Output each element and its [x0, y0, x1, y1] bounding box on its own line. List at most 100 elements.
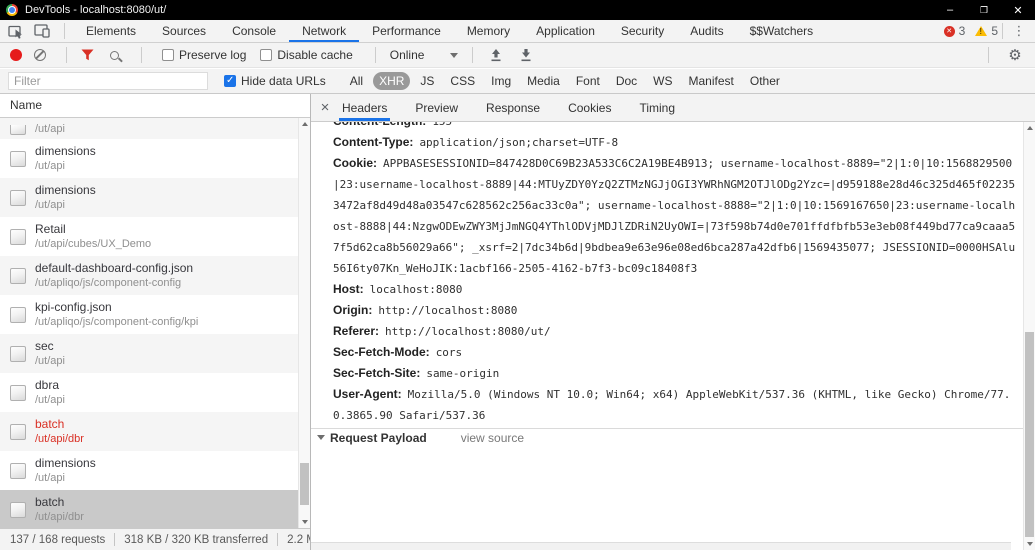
file-icon: [10, 228, 26, 245]
search-icon[interactable]: [110, 50, 119, 60]
import-har-icon[interactable]: [489, 48, 503, 62]
filter-icon[interactable]: [81, 49, 94, 61]
name-column-header[interactable]: Name: [0, 94, 310, 118]
record-icon[interactable]: [10, 49, 22, 61]
requests-count: 137 / 168 requests: [10, 533, 106, 546]
scroll-up-icon[interactable]: [1024, 122, 1035, 134]
horizontal-scrollbar-track[interactable]: [311, 542, 1011, 550]
close-detail-icon[interactable]: [311, 94, 339, 121]
hide-data-urls-checkbox[interactable]: [224, 75, 236, 87]
filter-input[interactable]: [8, 72, 208, 90]
scrollbar-thumb[interactable]: [1025, 332, 1034, 537]
file-icon: [10, 384, 26, 401]
filter-chip-manifest[interactable]: Manifest: [683, 72, 740, 90]
filter-chip-media[interactable]: Media: [521, 72, 566, 90]
tab-preview[interactable]: Preview: [412, 94, 461, 121]
scroll-up-icon[interactable]: [299, 118, 310, 130]
view-source-link[interactable]: view source: [461, 431, 524, 445]
file-icon: [10, 306, 26, 323]
request-list: /ut/api dimensions/ut/api dimensions/ut/…: [0, 118, 310, 528]
filter-chip-font[interactable]: Font: [570, 72, 606, 90]
tab-cookies[interactable]: Cookies: [565, 94, 614, 121]
filter-chip-doc[interactable]: Doc: [610, 72, 643, 90]
tab-elements[interactable]: Elements: [73, 20, 149, 42]
tab-memory[interactable]: Memory: [454, 20, 523, 42]
tab-timing[interactable]: Timing: [636, 94, 678, 121]
transferred-size: 318 KB / 320 KB transferred: [124, 533, 269, 546]
filter-chip-ws[interactable]: WS: [647, 72, 678, 90]
preserve-log-checkbox[interactable]: [162, 49, 174, 61]
close-button[interactable]: [1001, 0, 1035, 20]
warning-count[interactable]: 5: [991, 24, 998, 38]
inspect-element-icon[interactable]: [8, 23, 24, 39]
filter-chip-css[interactable]: CSS: [444, 72, 481, 90]
tab-application[interactable]: Application: [523, 20, 608, 42]
request-row-error[interactable]: batch/ut/api/dbr: [0, 412, 310, 451]
clear-icon[interactable]: [34, 49, 46, 61]
filter-chip-js[interactable]: JS: [414, 72, 440, 90]
disable-cache-checkbox[interactable]: [260, 49, 273, 61]
divider: [141, 47, 142, 63]
request-row[interactable]: dbra/ut/api: [0, 373, 310, 412]
tab-audits[interactable]: Audits: [677, 20, 736, 42]
tab-sources[interactable]: Sources: [149, 20, 219, 42]
divider: [1002, 23, 1003, 39]
chrome-logo-icon: [6, 4, 18, 16]
minimize-button[interactable]: [933, 0, 967, 20]
chevron-down-icon: [450, 52, 459, 58]
request-row[interactable]: /ut/api: [0, 118, 310, 139]
kebab-menu-icon[interactable]: [1007, 23, 1031, 39]
tab-security[interactable]: Security: [608, 20, 677, 42]
resources-size: 2.2 M: [287, 533, 310, 546]
network-toolbar: Preserve log Disable cache Online: [0, 43, 1035, 68]
warning-icon[interactable]: [975, 26, 988, 36]
device-toolbar-icon[interactable]: [34, 24, 50, 38]
request-row[interactable]: Retail/ut/api/cubes/UX_Demo: [0, 217, 310, 256]
filter-chip-other[interactable]: Other: [744, 72, 786, 90]
filter-chip-xhr[interactable]: XHR: [373, 72, 411, 90]
detail-tabbar: Headers Preview Response Cookies Timing: [311, 94, 1035, 122]
header-line: Origin: http://localhost:8080: [333, 303, 518, 317]
request-row[interactable]: dimensions/ut/api: [0, 178, 310, 217]
divider: [374, 47, 376, 63]
request-row[interactable]: sec/ut/api: [0, 334, 310, 373]
hide-data-urls-label: Hide data URLs: [241, 74, 326, 88]
detail-scrollbar[interactable]: [1023, 122, 1035, 550]
request-row-selected[interactable]: batch/ut/api/dbr: [0, 490, 310, 528]
collapse-triangle-icon: [317, 435, 325, 440]
window-titlebar: DevTools - localhost:8080/ut/: [0, 0, 1035, 20]
scroll-down-icon[interactable]: [1024, 538, 1035, 550]
scrollbar-thumb[interactable]: [300, 463, 309, 505]
error-count[interactable]: 3: [959, 24, 966, 38]
scroll-down-icon[interactable]: [299, 516, 310, 528]
settings-gear-icon[interactable]: [1003, 46, 1027, 64]
divider: [277, 533, 279, 546]
tab-console[interactable]: Console: [219, 20, 289, 42]
tab-network[interactable]: Network: [289, 20, 360, 42]
header-line: User-Agent: Mozilla/5.0 (Windows NT 10.0;…: [333, 387, 1011, 422]
request-list-scrollbar[interactable]: [298, 118, 310, 528]
request-row[interactable]: dimensions/ut/api: [0, 139, 310, 178]
divider: [64, 23, 65, 39]
window-title: DevTools - localhost:8080/ut/: [25, 4, 167, 16]
filter-chip-all[interactable]: All: [344, 72, 369, 90]
request-payload-section[interactable]: Request Payload view source: [311, 428, 1023, 446]
request-detail-panel: Headers Preview Response Cookies Timing …: [311, 94, 1035, 550]
request-row[interactable]: default-dashboard-config.json/ut/apliqo/…: [0, 256, 310, 295]
file-icon: [10, 423, 26, 440]
tab-performance[interactable]: Performance: [359, 20, 454, 42]
header-line: Sec-Fetch-Mode: cors: [333, 345, 463, 359]
tab-response[interactable]: Response: [483, 94, 543, 121]
tab-headers[interactable]: Headers: [339, 94, 391, 121]
request-row[interactable]: kpi-config.json/ut/apliqo/js/component-c…: [0, 295, 310, 334]
file-icon: [10, 462, 26, 479]
header-line: Cookie: APPBASESESSIONID=847428D0C69B23A5…: [333, 156, 1016, 275]
tab-watchers[interactable]: $$Watchers: [737, 20, 827, 42]
error-icon[interactable]: [943, 25, 955, 37]
disable-cache-label: Disable cache: [277, 48, 353, 62]
export-har-icon[interactable]: [519, 48, 533, 62]
filter-chip-img[interactable]: Img: [485, 72, 517, 90]
request-row[interactable]: dimensions/ut/api: [0, 451, 310, 490]
throttling-dropdown[interactable]: Online: [390, 48, 459, 62]
restore-button[interactable]: [967, 0, 1001, 20]
